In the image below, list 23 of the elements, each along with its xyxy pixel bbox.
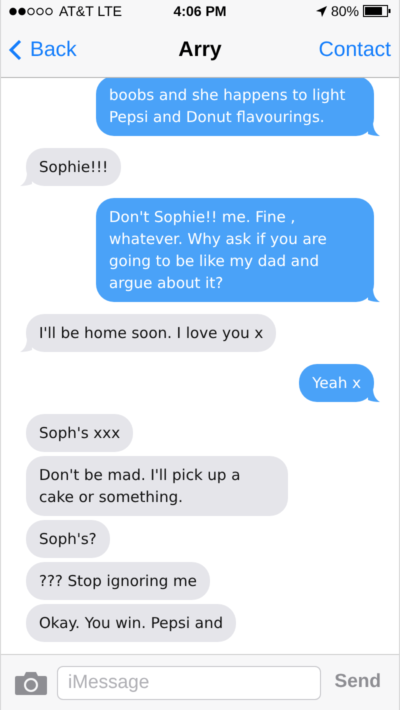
signal-icon — [9, 6, 54, 16]
back-button[interactable]: Back — [9, 34, 77, 66]
message-bubble: Okay. You win. Pepsi and — [26, 604, 236, 642]
message-bubble: I'll be home soon. I love you x — [26, 314, 276, 352]
location-arrow-icon — [316, 6, 327, 16]
battery-icon — [363, 5, 391, 17]
message-bubble: Soph's? — [26, 520, 110, 558]
message-field[interactable]: iMessage — [57, 666, 321, 700]
battery-percent: 80% — [330, 2, 359, 20]
contact-button[interactable]: Contact — [318, 34, 391, 66]
message-bubble: ??? Stop ignoring me — [26, 562, 210, 600]
carrier-label: AT&T LTE — [59, 2, 122, 20]
message-bubble: Don't be mad. I'll pick up a cake or something. — [26, 456, 288, 516]
message-bubble: Yeah x — [299, 364, 374, 402]
send-button[interactable]: Send — [330, 668, 385, 697]
message-bubble: boobs and she happens to light Pepsi and Donut flavourings. — [96, 76, 374, 136]
chevron-left-icon — [9, 39, 22, 61]
message-bubble: Sophie!!! — [26, 148, 122, 186]
conversation-title: Arry — [178, 37, 222, 64]
message-bubble: Don't Sophie!! me. Fine , whatever. Why ask if you are going to be like my dad and argue about it? — [96, 198, 374, 302]
camera-icon[interactable] — [15, 670, 47, 694]
clock: 4:06 PM — [174, 2, 226, 20]
message-bubble: Soph's xxx — [26, 414, 134, 452]
